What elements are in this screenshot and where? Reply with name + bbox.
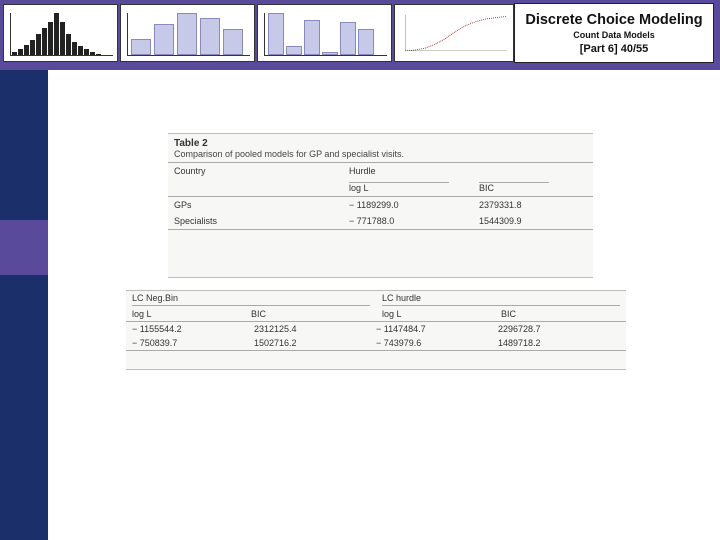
slide-content: Table 2 Comparison of pooled models for … (48, 70, 720, 540)
cell: − 1147484.7 (376, 324, 498, 334)
cell: − 743979.6 (376, 338, 498, 348)
subheader-logl: log L (382, 309, 501, 319)
table-caption: Comparison of pooled models for GP and s… (168, 149, 593, 162)
table-row: Specialists − 771788.0 1544309.9 (168, 213, 593, 229)
cell: 2296728.7 (498, 324, 620, 334)
slide-title: Discrete Choice Modeling (525, 12, 702, 28)
section-label-lcnegbin: LC Neg.Bin (132, 293, 370, 305)
slide-title-box: Discrete Choice Modeling Count Data Mode… (514, 3, 714, 63)
cell: − 750839.7 (132, 338, 254, 348)
left-sidebar (0, 70, 48, 540)
row-name: GPs (168, 197, 288, 213)
subheader-bic: BIC (251, 309, 370, 319)
subheader-bic: BIC (501, 309, 620, 319)
col-header-hurdle: Hurdle (343, 163, 473, 179)
sidebar-accent-band (0, 220, 48, 275)
header-mini-charts (3, 4, 514, 64)
slide-subtitle: Count Data Models (573, 30, 655, 40)
cell: 2312125.4 (254, 324, 376, 334)
table-row: − 1155544.2 2312125.4 − 1147484.7 229672… (126, 322, 626, 336)
row-logl: − 771788.0 (343, 213, 473, 229)
table-row: GPs − 1189299.0 2379331.8 (168, 197, 593, 213)
section-label-lchurdle: LC hurdle (382, 293, 620, 305)
mini-chart-2 (120, 4, 255, 62)
cell: − 1155544.2 (132, 324, 254, 334)
table-2-upper: Table 2 Comparison of pooled models for … (168, 133, 593, 278)
mini-chart-3 (257, 4, 392, 62)
row-bic: 2379331.8 (473, 197, 593, 213)
row-logl: − 1189299.0 (343, 197, 473, 213)
cell: 1489718.2 (498, 338, 620, 348)
mini-chart-1 (3, 4, 118, 62)
cell: 1502716.2 (254, 338, 376, 348)
table-row: − 750839.7 1502716.2 − 743979.6 1489718.… (126, 336, 626, 350)
table-label: Table 2 (168, 134, 593, 149)
subheader-logl: log L (349, 182, 449, 193)
col-header-country: Country (168, 163, 288, 179)
row-bic: 1544309.9 (473, 213, 593, 229)
mini-chart-4 (394, 4, 514, 62)
table-2-lower: LC Neg.Bin log L BIC LC hurdle log L BIC… (126, 290, 626, 370)
subheader-bic: BIC (479, 182, 549, 193)
subheader-logl: log L (132, 309, 251, 319)
row-name: Specialists (168, 213, 288, 229)
slide-part-indicator: [Part 6] 40/55 (580, 43, 648, 55)
